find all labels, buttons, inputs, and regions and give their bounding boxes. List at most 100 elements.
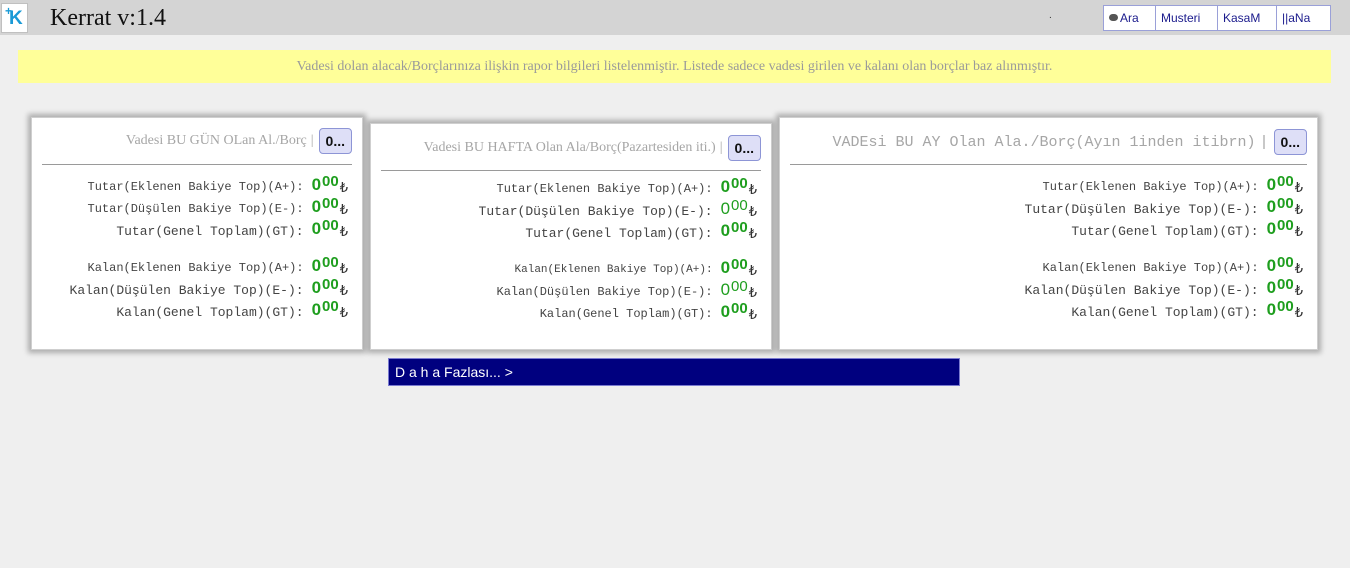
amount-integer: 0 xyxy=(311,175,322,194)
app-title: Kerrat v:1.4 xyxy=(50,5,166,31)
row-label: Tutar(Genel Toplam)(GT): xyxy=(116,223,304,239)
amount-decimal: 00 xyxy=(1277,195,1294,212)
amount-value: 0 00 xyxy=(720,219,748,241)
nav-kasam-button[interactable]: KasaM xyxy=(1218,6,1277,30)
nav-musteri-button[interactable]: Musteri xyxy=(1156,6,1218,30)
remaining-row: Kalan(Eklenen Bakiye Top)(A+): 0 00 ₺ xyxy=(479,256,757,281)
amount-integer: 0 xyxy=(311,256,322,275)
total-row: Tutar(Eklenen Bakiye Top)(A+): 0 00 ₺ xyxy=(70,174,348,198)
row-label: Kalan(Genel Toplam)(GT): xyxy=(116,304,304,320)
amount-decimal: 00 xyxy=(731,256,748,273)
card-header: VADEsi BU AY Olan Ala./Borç(Ayın 1inden … xyxy=(832,128,1307,156)
card-separator: | xyxy=(1259,133,1269,151)
amount-decimal: 00 xyxy=(322,254,339,271)
card-title: VADEsi BU AY Olan Ala./Borç(Ayın 1inden … xyxy=(832,133,1256,151)
amount-decimal: 00 xyxy=(1277,276,1294,293)
amount-value: 0 00 xyxy=(720,256,748,278)
count-badge-button[interactable]: 0... xyxy=(727,135,761,161)
row-label: Kalan(Eklenen Bakiye Top)(A+): xyxy=(87,261,304,275)
amount-value: 0 00 xyxy=(311,174,339,195)
amount-value: 0 00 xyxy=(311,254,339,276)
amount-value: 0 00 xyxy=(1266,218,1294,239)
row-label: Kalan(Düşülen Bakiye Top)(E-): xyxy=(496,285,713,299)
info-notice: Vadesi dolan alacak/Borçlarınıza ilişkin… xyxy=(18,50,1331,83)
lira-icon: ₺ xyxy=(339,261,348,277)
nav-ilana-button[interactable]: ||aNa xyxy=(1277,6,1330,30)
eye-icon xyxy=(1109,14,1118,22)
card-title: Vadesi BU HAFTA Olan Ala/Borç(Pazartesid… xyxy=(423,140,716,155)
remaining-row: Kalan(Eklenen Bakiye Top)(A+): 0 00 ₺ xyxy=(1025,254,1303,279)
amount-integer: 0 xyxy=(1266,300,1277,319)
lira-icon: ₺ xyxy=(748,263,757,279)
divider xyxy=(42,164,352,165)
nav-ara-label: Ara xyxy=(1120,11,1139,25)
row-label: Kalan(Eklenen Bakiye Top)(A+): xyxy=(1042,261,1259,275)
remaining-row: Kalan(Genel Toplam)(GT): 0 00 ₺ xyxy=(70,298,348,323)
row-label: Kalan(Genel Toplam)(GT): xyxy=(1071,304,1259,320)
row-label: Tutar(Eklenen Bakiye Top)(A+): xyxy=(1042,180,1259,194)
card-separator: | xyxy=(719,140,723,155)
lira-icon: ₺ xyxy=(1294,180,1303,196)
lira-icon: ₺ xyxy=(1294,202,1303,218)
lira-icon: ₺ xyxy=(339,305,348,321)
amount-value: 0 00 xyxy=(1267,254,1294,276)
amount-decimal: 00 xyxy=(731,278,748,295)
amount-decimal: 00 xyxy=(1277,173,1294,190)
amount-decimal: 00 xyxy=(731,175,748,192)
amount-value: 0 00 xyxy=(311,276,339,298)
amount-integer: 0 xyxy=(1266,219,1277,238)
totals-list: Tutar(Eklenen Bakiye Top)(A+): 0 00 ₺ Tutar… xyxy=(69,174,348,323)
row-label: Kalan(Eklenen Bakiye Top)(A+): xyxy=(514,264,713,276)
amount-value: 0 00 xyxy=(312,218,339,239)
more-button[interactable]: D a h a Fazlası... > xyxy=(388,358,960,386)
card-header: Vadesi BU GÜN OLan Al./Borç | 0... xyxy=(126,127,352,155)
card-separator: | xyxy=(310,133,314,148)
amount-integer: 0 xyxy=(720,177,731,196)
row-label: Kalan(Genel Toplam)(GT): xyxy=(539,307,713,321)
card-this-month: VADEsi BU AY Olan Ala./Borç(Ayın 1inden … xyxy=(779,117,1318,350)
amount-decimal: 00 xyxy=(731,300,748,317)
amount-integer: 0 xyxy=(720,258,731,277)
card-title: Vadesi BU GÜN OLan Al./Borç xyxy=(125,133,307,148)
amount-decimal: 00 xyxy=(322,298,339,315)
kerrat-logo-icon[interactable]: + K xyxy=(1,3,28,33)
amount-value: 0 00 xyxy=(720,175,748,197)
lira-icon: ₺ xyxy=(748,307,757,323)
row-label: Kalan(Düşülen Bakiye Top)(E-): xyxy=(1024,282,1259,298)
card-header: Vadesi BU HAFTA Olan Ala/Borç(Pazartesid… xyxy=(424,134,761,162)
amount-value: 0 00 xyxy=(1266,195,1294,217)
amount-decimal: 00 xyxy=(322,276,339,293)
logo-letter: K xyxy=(9,8,23,29)
lira-icon: ₺ xyxy=(339,283,348,299)
nav-ara-button[interactable]: Ara xyxy=(1104,6,1156,30)
lira-icon: ₺ xyxy=(339,202,348,218)
amount-integer: 0 xyxy=(311,197,322,216)
total-row: Tutar(Genel Toplam)(GT): 0 00 ₺ xyxy=(1025,218,1303,242)
amount-decimal: 00 xyxy=(1277,254,1294,271)
amount-decimal: 00 xyxy=(1277,298,1294,315)
totals-list: Tutar(Eklenen Bakiye Top)(A+): 0 00 ₺ Tutar… xyxy=(478,175,757,325)
amount-decimal: 00 xyxy=(322,195,339,212)
remaining-row: Kalan(Düşülen Bakiye Top)(E-): 0 00 ₺ xyxy=(479,278,757,303)
amount-decimal: 00 xyxy=(731,219,748,236)
row-label: Tutar(Genel Toplam)(GT): xyxy=(525,225,713,241)
count-badge-button[interactable]: 0... xyxy=(318,128,352,154)
amount-integer: 0 xyxy=(311,278,322,297)
amount-integer: 0 xyxy=(1266,197,1277,216)
row-label: Tutar(Genel Toplam)(GT): xyxy=(1071,223,1259,239)
amount-value: 0 00 xyxy=(721,300,748,322)
amount-integer: 0 xyxy=(720,199,731,218)
amount-value: 0 00 xyxy=(311,195,339,217)
total-row: Tutar(Düşülen Bakiye Top)(E-): 0 00 ₺ xyxy=(1025,195,1303,220)
amount-integer: 0 xyxy=(720,221,731,240)
remaining-row: Kalan(Genel Toplam)(GT): 0 00 ₺ xyxy=(479,300,757,325)
row-label: Tutar(Düşülen Bakiye Top)(E-): xyxy=(478,203,713,219)
amount-value: 0 00 xyxy=(1267,173,1294,195)
amount-decimal: 00 xyxy=(731,197,748,214)
count-badge-button[interactable]: 0... xyxy=(1273,129,1307,155)
lira-icon: ₺ xyxy=(748,204,757,220)
lira-icon: ₺ xyxy=(748,285,757,301)
remaining-row: Kalan(Genel Toplam)(GT): 0 00 ₺ xyxy=(1025,298,1303,323)
header-dot: . xyxy=(1049,10,1052,21)
row-label: Kalan(Düşülen Bakiye Top)(E-): xyxy=(69,282,304,298)
